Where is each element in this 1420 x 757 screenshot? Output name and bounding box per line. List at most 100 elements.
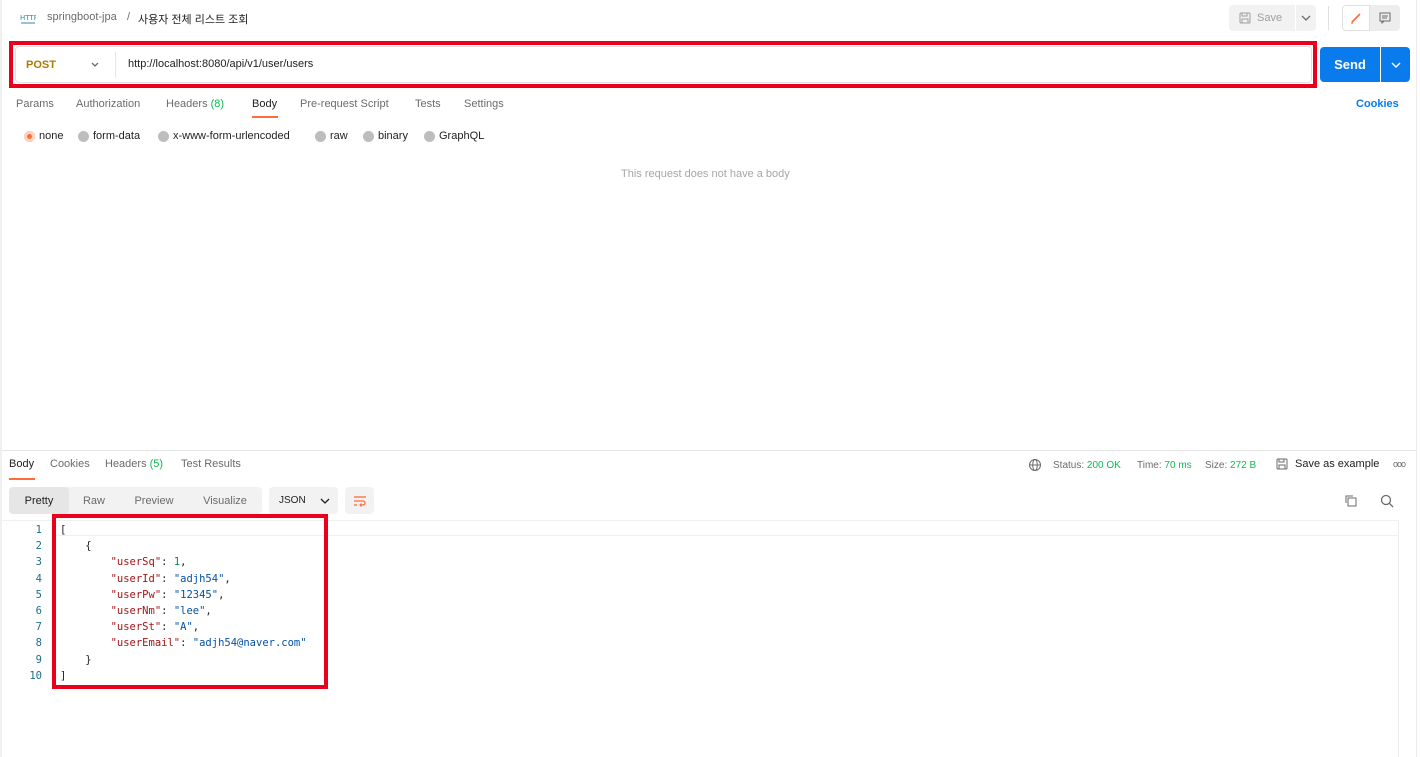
body-type-none[interactable]: none xyxy=(24,130,63,142)
request-header: HTTP springboot-jpa / 사용자 전체 리스트 조회 Save xyxy=(0,0,1416,38)
svg-text:HTTP: HTTP xyxy=(20,14,36,22)
line-number: 7 xyxy=(35,621,42,634)
edit-button[interactable] xyxy=(1342,5,1370,31)
line-number: 4 xyxy=(35,572,42,585)
breadcrumb-request-name[interactable]: 사용자 전체 리스트 조회 xyxy=(138,11,248,27)
wrap-lines-button[interactable] xyxy=(345,487,374,514)
tab-tests[interactable]: Tests xyxy=(415,98,441,110)
more-options-icon[interactable]: ooo xyxy=(1393,459,1406,469)
response-tab-headers-count: (5) xyxy=(149,458,164,470)
copy-icon[interactable] xyxy=(1344,494,1358,508)
save-as-example-button[interactable]: Save as example xyxy=(1276,458,1379,470)
comments-button[interactable] xyxy=(1370,5,1400,31)
tab-headers-label: Headers xyxy=(166,98,208,110)
http-icon: HTTP xyxy=(20,11,36,25)
save-options-button[interactable] xyxy=(1296,5,1316,31)
line-number: 2 xyxy=(35,540,42,553)
line-number: 1 xyxy=(35,524,42,536)
response-time[interactable]: Time: 70 ms xyxy=(1137,460,1192,471)
line-number: 8 xyxy=(35,637,42,650)
view-visualize[interactable]: Visualize xyxy=(194,487,256,514)
line-number: 5 xyxy=(35,588,42,601)
tab-authorization[interactable]: Authorization xyxy=(76,98,140,110)
response-tab-body[interactable]: Body xyxy=(9,458,34,470)
chevron-down-icon xyxy=(1301,15,1311,21)
radio-icon xyxy=(78,130,89,142)
wrap-lines-icon xyxy=(353,495,367,507)
status-label: Status: xyxy=(1053,460,1085,471)
postman-window: HTTP springboot-jpa / 사용자 전체 리스트 조회 Save xyxy=(0,0,1420,757)
response-tab-headers[interactable]: Headers (5) xyxy=(105,458,163,470)
size-value: 272 B xyxy=(1230,460,1257,471)
radio-icon xyxy=(315,130,326,142)
method-divider xyxy=(115,52,116,78)
send-button[interactable]: Send xyxy=(1320,47,1380,82)
body-type-binary-label: binary xyxy=(378,130,408,142)
line-number: 10 xyxy=(29,669,42,682)
format-select[interactable]: JSON xyxy=(269,487,338,514)
cookies-link[interactable]: Cookies xyxy=(1356,98,1399,110)
empty-body-message: This request does not have a body xyxy=(621,168,790,180)
active-tab-indicator xyxy=(9,478,35,480)
method-select[interactable]: POST xyxy=(26,59,56,71)
body-type-binary[interactable]: binary xyxy=(363,130,408,142)
size-label: Size: xyxy=(1205,460,1228,471)
status-value: 200 OK xyxy=(1086,460,1121,471)
response-divider[interactable] xyxy=(2,450,1416,451)
body-type-graphql-label: GraphQL xyxy=(439,130,485,142)
response-tab-cookies[interactable]: Cookies xyxy=(50,458,90,470)
breadcrumb-collection[interactable]: springboot-jpa xyxy=(47,11,117,23)
send-options-button[interactable] xyxy=(1381,47,1410,82)
tab-headers[interactable]: Headers (8) xyxy=(166,98,224,110)
radio-icon xyxy=(363,130,374,142)
active-tab-indicator xyxy=(252,116,278,118)
chevron-down-icon xyxy=(1391,62,1401,68)
view-pretty[interactable]: Pretty xyxy=(9,487,69,514)
body-type-raw[interactable]: raw xyxy=(315,130,348,142)
radio-icon xyxy=(158,130,169,142)
save-icon xyxy=(1239,12,1251,24)
save-label: Save xyxy=(1257,12,1283,24)
save-as-example-label: Save as example xyxy=(1295,458,1380,470)
pencil-icon xyxy=(1349,11,1363,25)
body-type-form-data-label: form-data xyxy=(93,130,141,142)
tab-params[interactable]: Params xyxy=(16,98,54,110)
save-icon xyxy=(1276,458,1288,470)
view-raw[interactable]: Raw xyxy=(69,487,119,514)
body-type-urlencoded-label: x-www-form-urlencoded xyxy=(173,130,290,142)
comment-icon xyxy=(1378,11,1392,25)
response-highlight-frame xyxy=(52,514,328,689)
sidebar-edge xyxy=(0,0,2,757)
radio-icon xyxy=(424,130,435,142)
response-status[interactable]: Status: 200 OK xyxy=(1053,460,1121,471)
line-number: 6 xyxy=(35,605,42,618)
code-scrollbar[interactable] xyxy=(1398,520,1410,757)
response-size[interactable]: Size: 272 B xyxy=(1205,460,1256,471)
time-label: Time: xyxy=(1137,460,1162,471)
line-numbers: 1 2 3 4 5 6 7 8 9 10 xyxy=(20,522,42,684)
line-number: 9 xyxy=(35,653,42,666)
tab-headers-count: (8) xyxy=(210,98,225,110)
url-input[interactable]: http://localhost:8080/api/v1/user/users xyxy=(128,58,313,70)
right-panel-edge xyxy=(1416,0,1420,757)
search-icon[interactable] xyxy=(1380,494,1394,508)
tab-settings[interactable]: Settings xyxy=(464,98,504,110)
line-number: 3 xyxy=(35,556,42,569)
breadcrumb-separator: / xyxy=(127,11,131,23)
tab-prerequest-script[interactable]: Pre-request Script xyxy=(300,98,389,110)
body-type-graphql[interactable]: GraphQL xyxy=(424,130,484,142)
globe-icon[interactable] xyxy=(1028,458,1042,472)
body-type-form-data[interactable]: form-data xyxy=(78,130,140,142)
body-type-urlencoded[interactable]: x-www-form-urlencoded xyxy=(158,130,290,142)
radio-selected-icon xyxy=(24,130,35,142)
tab-body[interactable]: Body xyxy=(252,98,277,110)
time-value: 70 ms xyxy=(1164,460,1192,471)
body-type-raw-label: raw xyxy=(330,130,348,142)
chevron-down-icon[interactable] xyxy=(89,59,101,71)
chevron-down-icon xyxy=(320,498,330,504)
send-label: Send xyxy=(1334,57,1366,72)
save-button[interactable]: Save xyxy=(1229,5,1295,31)
response-tab-test-results[interactable]: Test Results xyxy=(181,458,241,470)
view-preview[interactable]: Preview xyxy=(124,487,184,514)
response-tab-headers-label: Headers xyxy=(105,458,147,470)
